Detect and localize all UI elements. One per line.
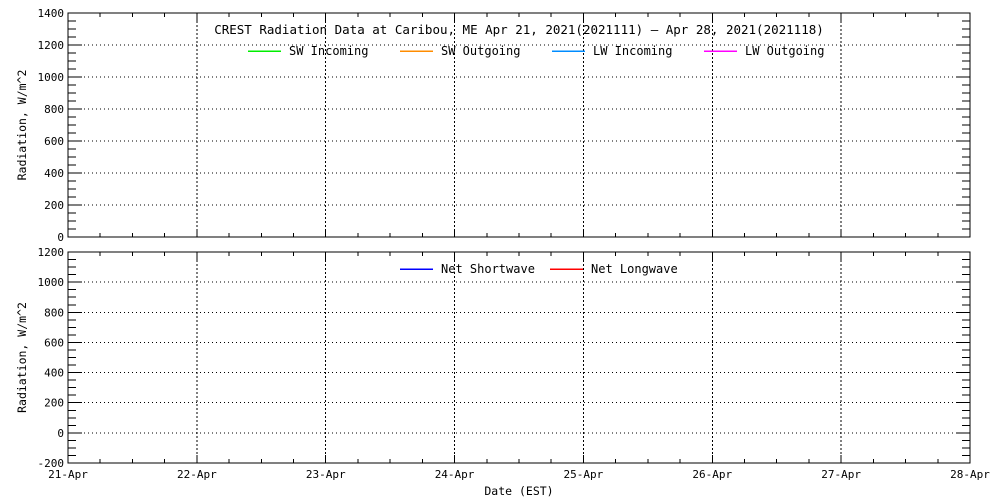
legend-item-net-shortwave: Net Shortwave [400, 262, 535, 276]
y-tick-label: 200 [44, 397, 64, 410]
radiation-figure: 0 200 400 600 800 1000 1200 1400 Radiation, W/m^… [0, 0, 1000, 500]
y-axis-label: Radiation, W/m^2 [15, 302, 29, 413]
x-ticks [68, 252, 970, 463]
x-tick-label: 28-Apr [950, 468, 990, 481]
y-tick-label: 400 [44, 167, 64, 180]
legend-label-net-longwave: Net Longwave [591, 262, 678, 276]
crest-radiation-chart: 0 200 400 600 800 1000 1200 1400 Radiation, W/m^… [0, 0, 1000, 500]
legend-item-sw-incoming: SW Incoming [248, 44, 368, 58]
legend-label-sw-incoming: SW Incoming [289, 44, 368, 58]
y-tick-label: 0 [57, 231, 64, 244]
y-tick-label: 200 [44, 199, 64, 212]
x-tick-label: 22-Apr [177, 468, 217, 481]
legend-label-lw-outgoing: LW Outgoing [745, 44, 824, 58]
y-tick-label: 400 [44, 367, 64, 380]
x-tick-label: 25-Apr [564, 468, 604, 481]
y-tick-label: 600 [44, 336, 64, 349]
y-ticks [68, 252, 970, 463]
x-tick-label: 24-Apr [435, 468, 475, 481]
legend-item-net-longwave: Net Longwave [550, 262, 678, 276]
y-axis-label: Radiation, W/m^2 [15, 70, 29, 181]
legend-label-net-shortwave: Net Shortwave [441, 262, 535, 276]
y-tick-label: 0 [57, 427, 64, 440]
y-tick-label: 600 [44, 135, 64, 148]
y-tick-label: 1400 [38, 7, 65, 20]
plot-border [68, 252, 970, 463]
legend-item-lw-outgoing: LW Outgoing [704, 44, 824, 58]
x-tick-label: 27-Apr [821, 468, 861, 481]
panel-bottom [68, 252, 970, 463]
legend-label-lw-incoming: LW Incoming [593, 44, 672, 58]
y-tick-label: 1200 [38, 246, 65, 259]
legend-label-sw-outgoing: SW Outgoing [441, 44, 520, 58]
y-tick-label: 1000 [38, 276, 65, 289]
gridlines-horizontal [68, 282, 970, 433]
y-tick-label: 1000 [38, 71, 65, 84]
chart-title: CREST Radiation Data at Caribou, ME Apr … [214, 22, 824, 37]
x-tick-label: 23-Apr [306, 468, 346, 481]
legend-item-sw-outgoing: SW Outgoing [400, 44, 520, 58]
x-tick-label: 21-Apr [48, 468, 88, 481]
panel-text: -200020040060080010001200Radiation, W/m^… [15, 246, 990, 498]
gridlines-vertical [197, 252, 841, 463]
gridlines-horizontal [68, 45, 970, 205]
y-tick-label: 800 [44, 103, 64, 116]
panel-text: 0 200 400 600 800 1000 1200 1400 Radiation, W/m^… [15, 7, 824, 244]
y-tick-label: 800 [44, 306, 64, 319]
x-axis-label: Date (EST) [484, 484, 553, 498]
legend-item-lw-incoming: LW Incoming [552, 44, 672, 58]
x-tick-label: 26-Apr [692, 468, 732, 481]
y-tick-label: 1200 [38, 39, 65, 52]
